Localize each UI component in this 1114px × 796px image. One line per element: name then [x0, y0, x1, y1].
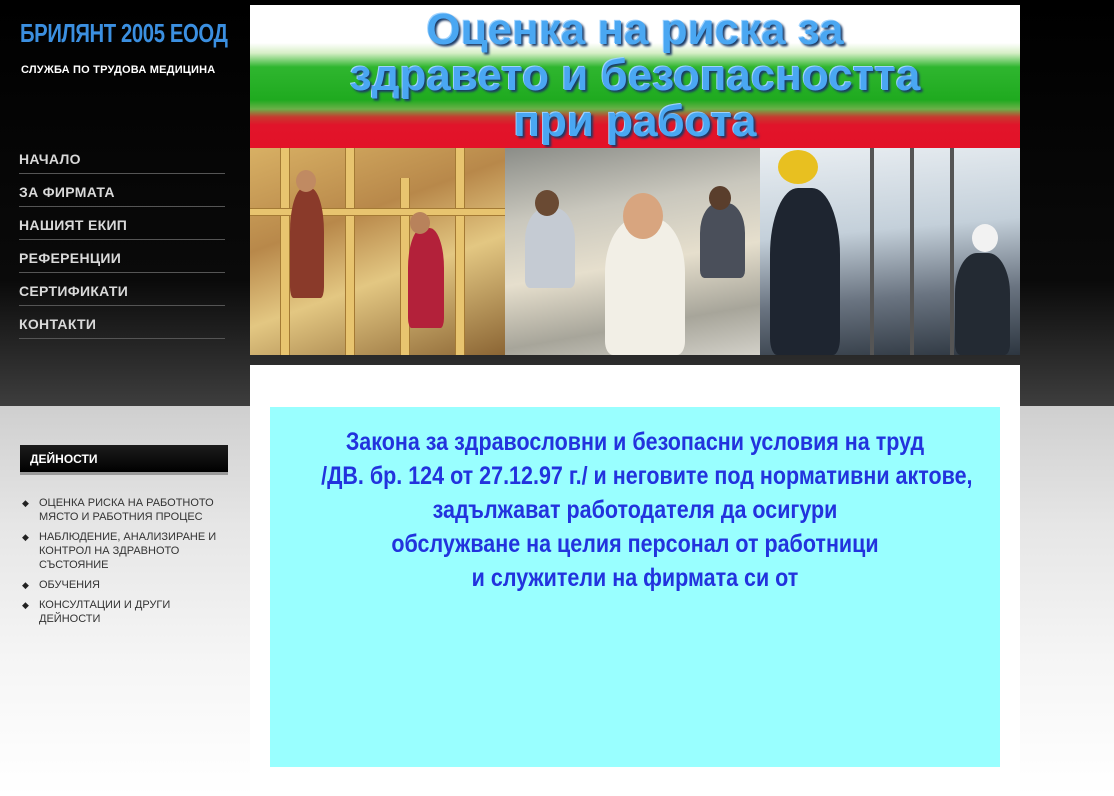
- banner-title-line-2: здравето и безопасността: [349, 51, 921, 100]
- activity-item-label: НАБЛЮДЕНИЕ, АНАЛИЗИРАНЕ И КОНТРОЛ НА ЗДР…: [39, 531, 217, 571]
- nav-item-certificates[interactable]: СЕРТИФИКАТИ: [19, 274, 225, 306]
- legal-notice-panel: Закона за здравословни и безопасни услов…: [270, 407, 1000, 767]
- nav-item-references[interactable]: РЕФЕРЕНЦИИ: [19, 241, 225, 273]
- activity-item-health-monitoring[interactable]: ◆ НАБЛЮДЕНИЕ, АНАЛИЗИРАНЕ И КОНТРОЛ НА З…: [22, 530, 228, 572]
- activities-heading: ДЕЙНОСТИ: [20, 445, 228, 475]
- activity-item-risk-assessment[interactable]: ◆ ОЦЕНКА РИСКА НА РАБОТНОТО МЯСТО И РАБО…: [22, 496, 228, 524]
- diamond-bullet-icon: ◆: [22, 498, 29, 508]
- header-banner: Оценка на риска за здравето и безопаснос…: [250, 5, 1020, 355]
- activity-item-label: ОЦЕНКА РИСКА НА РАБОТНОТО МЯСТО И РАБОТН…: [39, 497, 214, 523]
- company-tagline: СЛУЖБА ПО ТРУДОВА МЕДИЦИНА: [21, 64, 216, 76]
- sewing-workers-photo: [505, 148, 760, 355]
- scaffolding-workers-photo: [760, 148, 1020, 355]
- legal-notice-text: Закона за здравословни и безопасни услов…: [321, 407, 973, 595]
- notice-line-4: обслужване на целия персонал от работниц…: [391, 530, 879, 558]
- activity-item-consultations[interactable]: ◆ КОНСУЛТАЦИИ И ДРУГИ ДЕЙНОСТИ: [22, 598, 228, 626]
- construction-workers-photo: [250, 148, 505, 355]
- activity-item-trainings[interactable]: ◆ ОБУЧЕНИЯ: [22, 578, 228, 592]
- diamond-bullet-icon: ◆: [22, 532, 29, 542]
- nav-item-team[interactable]: НАШИЯТ ЕКИП: [19, 208, 225, 240]
- notice-line-2: /ДВ. бр. 124 от 27.12.97 г./ и неговите …: [321, 462, 973, 490]
- diamond-bullet-icon: ◆: [22, 580, 29, 590]
- activity-item-label: КОНСУЛТАЦИИ И ДРУГИ ДЕЙНОСТИ: [39, 599, 171, 625]
- diamond-bullet-icon: ◆: [22, 600, 29, 610]
- notice-line-1: Закона за здравословни и безопасни услов…: [345, 428, 925, 456]
- notice-line-3: задължават работодателя да осигури: [432, 496, 838, 524]
- company-logo[interactable]: БРИЛЯНТ 2005 ЕООД: [20, 18, 228, 49]
- nav-item-contacts[interactable]: КОНТАКТИ: [19, 307, 225, 339]
- activity-item-label: ОБУЧЕНИЯ: [39, 579, 100, 591]
- banner-title-line-3: при работа: [513, 97, 757, 146]
- activities-list: ◆ ОЦЕНКА РИСКА НА РАБОТНОТО МЯСТО И РАБО…: [22, 496, 228, 632]
- nav-item-home[interactable]: НАЧАЛО: [19, 142, 225, 174]
- nav-item-about[interactable]: ЗА ФИРМАТА: [19, 175, 225, 207]
- banner-title-line-1: Оценка на риска за: [426, 5, 844, 54]
- banner-title: Оценка на риска за здравето и безопаснос…: [250, 5, 1020, 145]
- notice-line-5: и служители на фирмата си от: [471, 564, 799, 592]
- main-nav: НАЧАЛО ЗА ФИРМАТА НАШИЯТ ЕКИП РЕФЕРЕНЦИИ…: [19, 142, 225, 339]
